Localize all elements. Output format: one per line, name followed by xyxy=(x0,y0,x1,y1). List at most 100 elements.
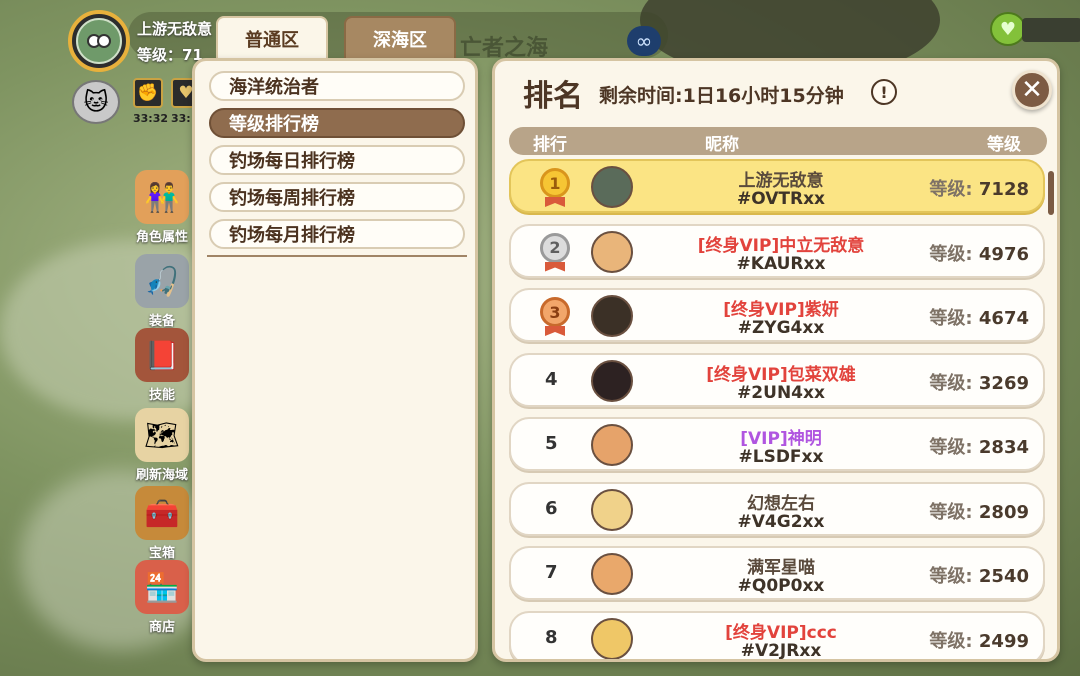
player-level: 等级: 2540 xyxy=(929,562,1029,588)
tab-normal-zone[interactable]: 普通区 xyxy=(216,16,328,62)
player-level: 等级: 2834 xyxy=(929,433,1029,459)
leaderboard-list-panel: 海洋统治者 等级排行榜 钓场每日排行榜 钓场每周排行榜 钓场每月排行榜 xyxy=(192,58,478,662)
infinity-icon[interactable]: ∞ xyxy=(627,26,661,56)
medal-icon: 2 xyxy=(537,232,573,272)
rank-number: 7 xyxy=(545,562,558,583)
ranking-row[interactable]: 2 [终身VIP]中立无敌意 #KAURxx 等级: 4976 xyxy=(509,223,1045,278)
ranking-row[interactable]: 7 满军星喵 #Q0P0xx 等级: 2540 xyxy=(509,546,1045,600)
heart-bar xyxy=(1022,18,1080,42)
side-menu-chest[interactable]: 🧰 宝箱 xyxy=(130,486,194,561)
level-prefix: 等级: xyxy=(929,372,973,394)
info-icon[interactable]: ! xyxy=(871,79,897,105)
player-name: 上游无敌意 xyxy=(137,20,213,38)
medal-icon: 1 xyxy=(537,168,573,207)
player-id: #OVTRxx xyxy=(736,189,825,209)
rank-number: 8 xyxy=(545,626,558,648)
heart-icon[interactable]: ♥ xyxy=(990,12,1026,46)
level-prefix: 等级: xyxy=(929,179,973,200)
close-icon[interactable]: ✕ xyxy=(1012,70,1052,110)
ranking-row[interactable]: 3 [终身VIP]紫妍 #ZYG4xx 等级: 4674 xyxy=(509,288,1045,342)
characters-icon: 👫 xyxy=(135,170,189,224)
fist-buff-icon[interactable]: ✊ xyxy=(133,78,163,108)
ranking-row[interactable]: 6 幻想左右 #V4G2xx 等级: 2809 xyxy=(509,481,1045,536)
player-avatar-icon[interactable] xyxy=(591,230,633,273)
level-prefix: 等级: xyxy=(929,630,973,652)
divider xyxy=(207,255,467,257)
level-value: 2499 xyxy=(978,630,1029,652)
leaderboard-item-level[interactable]: 等级排行榜 xyxy=(209,108,465,138)
rank-number: 5 xyxy=(545,433,558,454)
leaderboard-item-weekly[interactable]: 钓场每周排行榜 xyxy=(209,182,465,212)
avatar-face xyxy=(76,18,122,64)
leaderboard-item-monthly[interactable]: 钓场每月排行榜 xyxy=(209,219,465,249)
level-value: 4674 xyxy=(978,308,1029,329)
player-nickname: 满军星喵 xyxy=(747,558,815,578)
player-avatar-icon[interactable] xyxy=(591,295,633,337)
player-avatar-icon[interactable] xyxy=(591,166,633,208)
ranking-row[interactable]: 1 上游无敌意 #OVTRxx 等级: 7128 xyxy=(509,159,1045,213)
level-value: 2809 xyxy=(978,501,1029,523)
column-level: 等级 xyxy=(987,135,1021,155)
player-id: #Q0P0xx xyxy=(737,576,825,596)
player-id: #V4G2xx xyxy=(737,511,825,532)
ranking-row[interactable]: 8 [终身VIP]ccc #V2JRxx 等级: 2499 xyxy=(509,610,1045,661)
ranking-row[interactable]: 5 [VIP]神明 #LSDFxx 等级: 2834 xyxy=(509,417,1045,471)
player-level: 等级: 3269 xyxy=(929,369,1029,395)
ranking-column-header: 排行 昵称 等级 xyxy=(509,127,1047,155)
level-prefix: 等级: xyxy=(929,243,973,265)
player-id: #LSDFxx xyxy=(738,447,824,467)
side-menu-characters[interactable]: 👫 角色属性 xyxy=(130,170,194,245)
player-level: 等级: 2499 xyxy=(929,627,1029,653)
rank-number: 4 xyxy=(545,368,558,390)
player-nickname: 上游无敌意 xyxy=(738,171,824,191)
player-avatar-icon[interactable] xyxy=(591,553,633,595)
player-nickname: [终身VIP]ccc xyxy=(725,622,837,643)
player-avatar-icon[interactable] xyxy=(591,359,633,402)
player-id: #V2JRxx xyxy=(740,640,822,661)
side-menu-shop[interactable]: 🏪 商店 xyxy=(130,560,194,635)
column-rank: 排行 xyxy=(533,135,567,155)
player-id: #ZYG4xx xyxy=(737,318,825,338)
level-value: 2834 xyxy=(978,437,1029,458)
leaderboard-item-ocean-ruler[interactable]: 海洋统治者 xyxy=(209,71,465,101)
buff-timer: 33:32 xyxy=(133,112,169,125)
tab-deep-sea-zone[interactable]: 深海区 xyxy=(344,16,456,62)
level-prefix: 等级: xyxy=(929,308,973,329)
leaderboard-item-daily[interactable]: 钓场每日排行榜 xyxy=(209,145,465,175)
player-avatar[interactable] xyxy=(68,10,130,72)
level-value: 7128 xyxy=(978,179,1029,200)
cat-pet-icon[interactable]: 🐱 xyxy=(72,80,120,124)
player-level: 等级: 4674 xyxy=(929,304,1029,330)
player-level: 等级：71 xyxy=(137,46,203,64)
player-nickname: [VIP]神明 xyxy=(740,429,822,449)
side-menu-skills[interactable]: 📕 技能 xyxy=(130,328,194,403)
level-prefix: 等级: xyxy=(929,437,973,458)
player-level: 等级: 4976 xyxy=(929,240,1029,266)
column-nickname: 昵称 xyxy=(705,135,739,155)
ranking-title: 排名 xyxy=(523,79,583,114)
level-prefix: 等级: xyxy=(929,501,973,523)
side-menu-refresh[interactable]: 🗺 刷新海域 xyxy=(130,408,194,483)
medal-icon: 3 xyxy=(537,297,573,336)
player-nickname: 幻想左右 xyxy=(747,493,815,514)
rank-number: 6 xyxy=(545,497,558,519)
buff-timer: 33: xyxy=(171,112,191,125)
player-avatar-icon[interactable] xyxy=(591,617,633,659)
remaining-time: 剩余时间:1日16小时15分钟 xyxy=(599,85,844,107)
side-menu-equipment[interactable]: 🎣 装备 xyxy=(130,254,194,329)
skill-book-icon: 📕 xyxy=(135,328,189,382)
player-avatar-icon[interactable] xyxy=(591,424,633,466)
player-avatar-icon[interactable] xyxy=(591,488,633,531)
player-level: 等级: 7128 xyxy=(929,175,1029,201)
scrollbar-thumb[interactable] xyxy=(1048,171,1054,215)
shop-icon: 🏪 xyxy=(135,560,189,614)
ranking-panel: 排名 剩余时间:1日16小时15分钟 ! 排行 昵称 等级 1 上游无敌意 #OVT… xyxy=(492,58,1060,662)
level-prefix: 等级: xyxy=(929,566,973,587)
player-id: #KAURxx xyxy=(736,253,826,274)
player-nickname: [终身VIP]中立无敌意 xyxy=(697,235,865,256)
treasure-map-icon: 🗺 xyxy=(135,408,189,462)
ranking-row[interactable]: 4 [终身VIP]包菜双雄 #2UN4xx 等级: 3269 xyxy=(509,352,1045,407)
treasure-chest-icon: 🧰 xyxy=(135,486,189,540)
level-value: 4976 xyxy=(978,243,1029,265)
player-nickname: [终身VIP]紫妍 xyxy=(723,300,839,320)
